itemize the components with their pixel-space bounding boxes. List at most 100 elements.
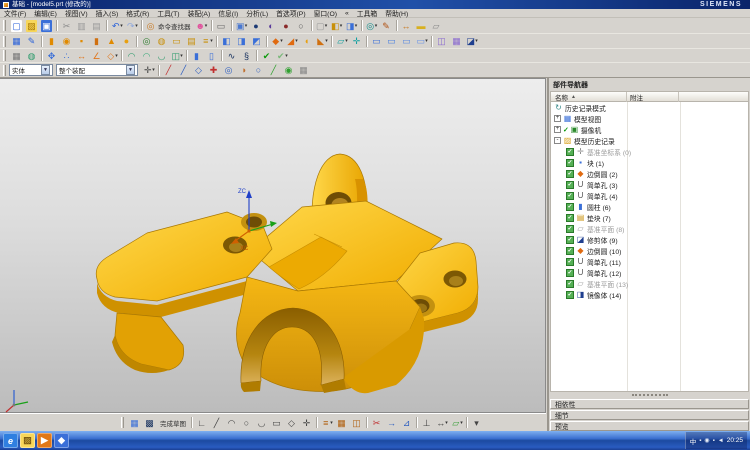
tree-item-simple-hole-11[interactable]: ✓U简单孔 (11) [551,256,748,267]
section-analysis-button[interactable]: ◫▾ [169,49,184,63]
circle-button[interactable]: ○ [239,416,254,430]
toolbar-grip[interactable] [3,20,6,31]
end-point-button[interactable]: ╱ [161,63,176,77]
measure-distance-button[interactable]: ↔ [399,19,414,33]
feature-checkbox[interactable]: ✓ [566,247,574,255]
type-filter-combo[interactable]: 实体 ▼ [9,64,53,76]
move-face-button[interactable]: ▭ [369,34,384,48]
tree-item-cylinder-6[interactable]: ✓▮圆柱 (6) [551,201,748,212]
feature-checkbox[interactable]: ✓ [566,192,574,200]
sort-ascending-icon[interactable]: ▲ [571,94,576,100]
details-panel-bar[interactable]: 细节 [550,410,749,420]
menu-item-format[interactable]: 格式(R) [122,8,153,18]
toolbar-grip[interactable] [3,50,6,61]
rectangle-button[interactable]: ▭ [269,416,284,430]
feature-checkbox[interactable]: ✓ [566,170,574,178]
offset-region-button[interactable]: ▭ [384,34,399,48]
more-sketch-tools-button[interactable]: ▾ [469,416,484,430]
column-note[interactable]: 附注 [627,92,679,102]
enable-snap-point-button[interactable]: ✛▾ [141,63,156,77]
auto-dimension-button[interactable]: ↔▾ [434,416,449,430]
column-name[interactable]: 名称 ▲ [551,92,627,102]
feature-checkbox[interactable]: ✓ [566,291,574,299]
cylinder-button[interactable]: ▮ [89,34,104,48]
expander-icon[interactable]: + [554,115,561,122]
edit-object-display-button[interactable]: ✎ [379,19,394,33]
nx-icon[interactable]: ◆ [54,433,69,448]
control-point-button[interactable]: ◇ [191,63,206,77]
show-hide-button[interactable]: ◎▾ [364,19,379,33]
enable-snap-point-caret[interactable]: ▾ [152,67,155,73]
line-button[interactable]: ╱ [209,416,224,430]
feature-checkbox[interactable]: ✓ [566,225,574,233]
shell-button[interactable]: ◖ [299,34,314,48]
boss-button[interactable]: ◍ [154,34,169,48]
measure-distance-2-button[interactable]: ↔ [74,49,89,63]
polygon-button[interactable]: ◇ [284,416,299,430]
tree-item-simple-hole-3[interactable]: ✓U简单孔 (3) [551,179,748,190]
trim-body-button[interactable]: ◪▾ [464,34,479,48]
tree-item-block-1[interactable]: ✓▪块 (1) [551,157,748,168]
mid-point-button[interactable]: ╱ [176,63,191,77]
feature-checkbox[interactable]: ✓ [566,258,574,266]
taskbar-clock[interactable]: 20:25 [727,437,743,444]
part-model-canvas[interactable]: ZC XC [0,79,546,414]
offset-curve-button[interactable]: ≡▾ [319,416,334,430]
ime-indicator[interactable]: 中 [690,436,697,446]
touch-mode-button[interactable]: ▭ [214,19,229,33]
window-switch-button[interactable]: ▣▾ [234,19,249,33]
offset-curve-caret[interactable]: ▾ [330,420,333,426]
unite-button[interactable]: ◧ [219,34,234,48]
expander-icon[interactable]: - [554,137,561,144]
measure-body-button[interactable]: ◇▾ [104,49,119,63]
datum-csys-button[interactable]: ✛ [349,34,364,48]
chevron-down-icon[interactable]: ▼ [126,65,135,75]
face-analysis-view-button[interactable]: ● [279,19,294,33]
part-model[interactable] [96,154,478,393]
wireframe-button[interactable]: ○ [294,19,309,33]
mirror-curve-button[interactable]: ◫ [349,416,364,430]
geometric-constraints-button[interactable]: ⊥ [419,416,434,430]
arc-button[interactable]: ◠ [224,416,239,430]
point-on-face-button[interactable]: ◉ [281,63,296,77]
verify-caret[interactable]: ▾ [285,53,288,59]
object-display-button[interactable]: ▦ [9,49,24,63]
section-analysis-caret[interactable]: ▾ [180,53,183,59]
bounded-grid-button[interactable]: ▦ [296,63,311,77]
rib-caret[interactable]: ▾ [210,38,213,44]
studio-spline-button[interactable]: ∿ [224,49,239,63]
datum-plane-caret[interactable]: ▾ [345,38,348,44]
undo-button[interactable]: ↶▾ [109,19,124,33]
datum-plane-button[interactable]: ▱▾ [334,34,349,48]
toolbar-grip[interactable] [3,65,6,76]
intersect-button[interactable]: ◩ [249,34,264,48]
profile-button[interactable]: ∟ [194,416,209,430]
shaded-button[interactable]: ◐ [264,19,279,33]
sketch-grid-button[interactable]: ▦ [127,416,142,430]
menu-item-analysis[interactable]: 分析(L) [242,8,272,18]
quick-extend-button[interactable]: → [384,416,399,430]
tree-item-trim-body-9[interactable]: ✓◪修剪体 (9) [551,234,748,245]
copy-button[interactable]: ▥ [74,19,89,33]
tree-item-datum-plane-13[interactable]: ✓▱基准平面 (13) [551,278,748,289]
menu-item-tools[interactable]: 工具(T) [153,8,183,18]
menu-item-view[interactable]: 视图(V) [61,8,92,18]
measure-body-caret[interactable]: ▾ [115,53,118,59]
selection-scope-combo[interactable]: 整个装配 ▼ [56,64,138,76]
pad-button[interactable]: ▤ [184,34,199,48]
quadrant-point-button[interactable]: ◑ [236,63,251,77]
annotation-note-button[interactable]: ▱ [429,19,444,33]
toolbar-grip[interactable] [121,417,124,428]
tree-item-history-mode[interactable]: ↻历史记录模式 [551,102,748,113]
task-environment-sketch-button[interactable]: ▦ [9,34,24,48]
chevron-down-icon[interactable]: ▼ [41,65,50,75]
shaded-with-edges-button[interactable]: ● [249,19,264,33]
measure-angle-button[interactable]: ∠ [89,49,104,63]
display-constraints-button[interactable]: ▱▾ [449,416,464,430]
graphics-viewport[interactable]: ZC XC [0,78,546,413]
tree-item-datum-plane-8[interactable]: ✓▱基准平面 (8) [551,223,748,234]
expander-icon[interactable]: + [554,126,561,133]
dependencies-panel-bar[interactable]: 相依性 [550,399,749,409]
volume-icon[interactable]: ◄ [718,438,724,444]
visual-effects-button[interactable]: ◍ [24,49,39,63]
